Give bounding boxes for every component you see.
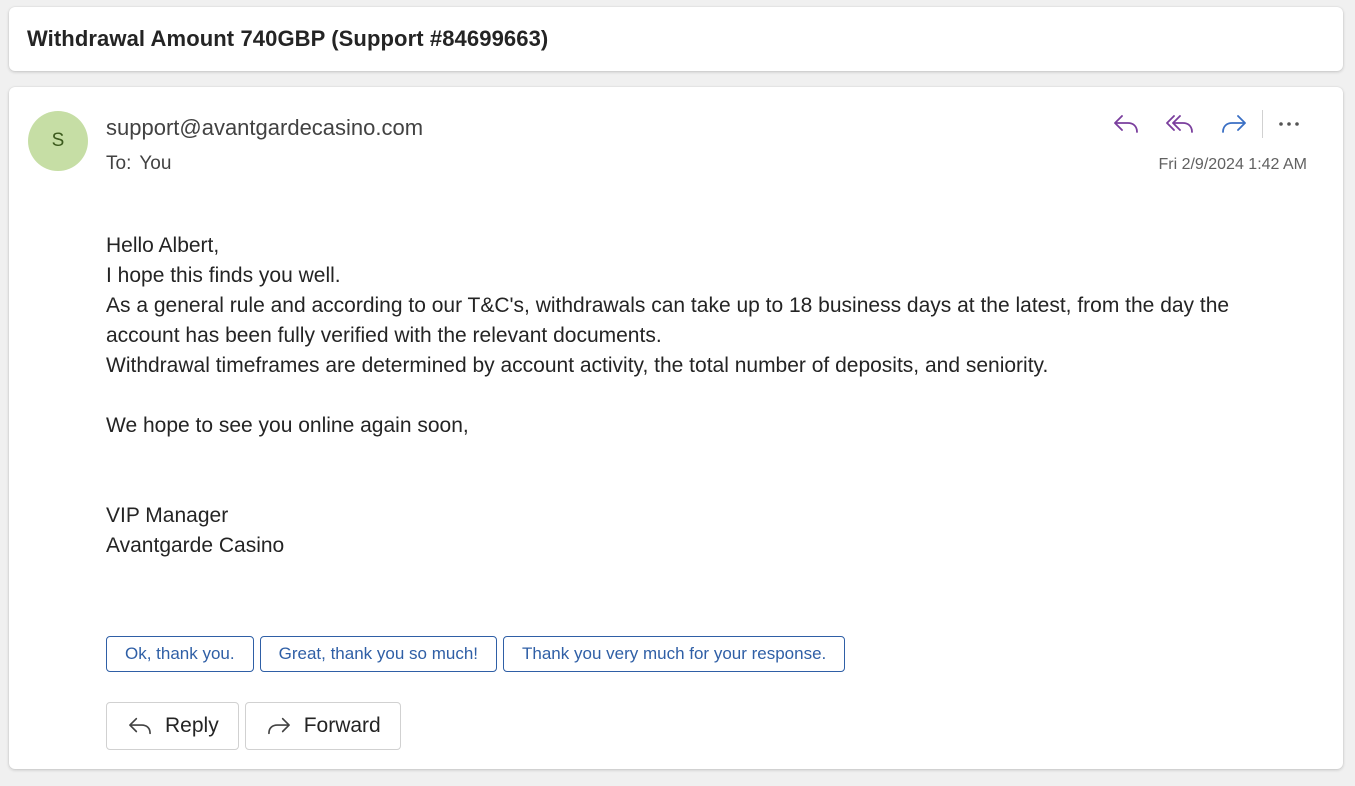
subject-header: Withdrawal Amount 740GBP (Support #84699… [9,7,1343,71]
actions-divider [1262,110,1263,138]
reply-all-icon [1166,115,1193,133]
reply-all-action-button[interactable] [1160,107,1200,141]
message-body: Hello Albert, I hope this finds you well… [106,231,1286,561]
reply-button-label: Reply [165,714,219,737]
sender-address[interactable]: support@avantgardecasino.com [106,115,423,141]
to-label: To: [106,153,132,174]
body-line: I hope this finds you well. [106,264,341,287]
signature-company: Avantgarde Casino [106,534,285,557]
body-line: As a general rule and according to our T… [106,294,1230,347]
signature-title: VIP Manager [106,504,229,527]
recipient-name[interactable]: You [139,153,171,174]
reply-forward-bar: Reply Forward [106,702,407,750]
avatar[interactable]: S [28,111,88,171]
reply-icon [129,717,151,735]
message-card: S support@avantgardecasino.com To: You F… [9,87,1343,769]
message-actions [1106,107,1309,141]
suggested-reply-button[interactable]: Great, thank you so much! [259,636,498,672]
forward-button[interactable]: Forward [244,702,401,750]
suggested-reply-button[interactable]: Ok, thank you. [106,636,254,672]
more-actions-button[interactable] [1269,107,1309,141]
more-icon [1279,122,1299,126]
forward-button-label: Forward [303,714,381,737]
message-timestamp: Fri 2/9/2024 1:42 AM [1158,156,1307,173]
recipient-line: To: You [106,153,179,175]
reply-button[interactable]: Reply [106,702,239,750]
subject-title: Withdrawal Amount 740GBP (Support #84699… [27,26,549,51]
avatar-initial: S [51,130,65,151]
reply-icon [1114,115,1138,133]
forward-icon [1222,115,1246,133]
suggested-reply-button[interactable]: Thank you very much for your response. [503,636,846,672]
body-greeting: Hello Albert, [106,234,220,257]
body-line: Withdrawal timeframes are determined by … [106,354,1049,377]
suggested-replies: Ok, thank you. Great, thank you so much!… [106,636,851,672]
forward-icon [267,717,290,735]
forward-action-button[interactable] [1214,107,1254,141]
body-closing: We hope to see you online again soon, [106,414,469,437]
reply-action-button[interactable] [1106,107,1146,141]
